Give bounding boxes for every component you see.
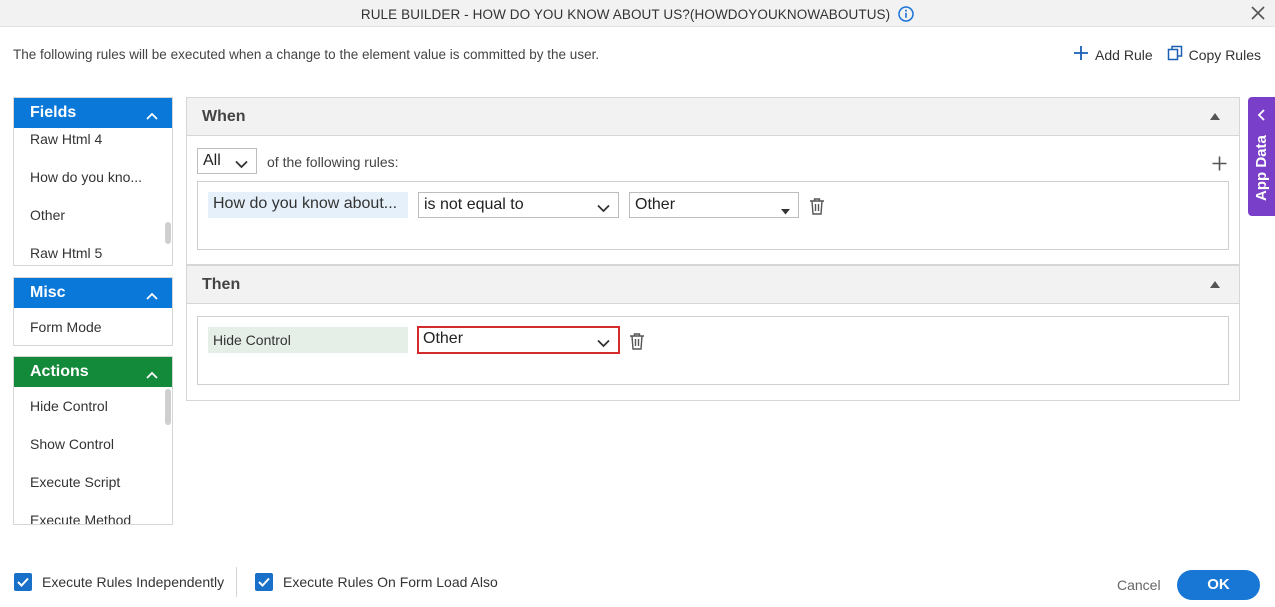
action-item[interactable]: Execute Method — [14, 501, 159, 524]
info-icon[interactable] — [898, 6, 914, 25]
chevron-up-icon[interactable] — [146, 287, 158, 305]
close-icon[interactable] — [1249, 4, 1267, 22]
ok-button[interactable]: OK — [1177, 570, 1260, 600]
execute-independently-label: Execute Rules Independently — [42, 574, 225, 590]
collapse-triangle-icon[interactable] — [1210, 281, 1220, 288]
caret-down-icon — [781, 202, 790, 220]
when-section: When All of the following rules: How do … — [186, 97, 1240, 265]
actions-panel: Actions Hide Control Show Control Execut… — [13, 356, 173, 525]
when-header[interactable]: When — [187, 98, 1239, 136]
footer-divider — [236, 567, 237, 597]
trash-icon[interactable] — [809, 197, 825, 215]
dialog-title: RULE BUILDER - HOW DO YOU KNOW ABOUT US?… — [360, 7, 891, 22]
action-row: Hide Control Other — [197, 316, 1229, 385]
execute-independently-checkbox[interactable]: Execute Rules Independently — [14, 573, 224, 591]
app-data-tab[interactable]: App Data — [1248, 97, 1275, 216]
title-bar: RULE BUILDER - HOW DO YOU KNOW ABOUT US?… — [0, 0, 1275, 27]
app-data-label: App Data — [1253, 135, 1270, 201]
misc-item[interactable]: Form Mode — [14, 308, 159, 345]
plus-icon — [1073, 45, 1089, 64]
fields-panel-title: Fields — [30, 104, 77, 121]
action-name[interactable]: Hide Control — [208, 327, 408, 353]
cancel-button[interactable]: Cancel — [1117, 577, 1161, 593]
trash-icon[interactable] — [629, 332, 645, 350]
top-actions: Add Rule Copy Rules — [1073, 45, 1261, 64]
misc-panel-header[interactable]: Misc — [14, 278, 172, 308]
then-header[interactable]: Then — [187, 266, 1239, 304]
fields-panel: Fields Raw Html 4 How do you kno... Othe… — [13, 97, 173, 266]
chevron-up-icon[interactable] — [146, 366, 158, 384]
fields-panel-header[interactable]: Fields — [14, 98, 172, 128]
copy-icon — [1167, 45, 1183, 64]
field-item[interactable]: Raw Html 5 — [14, 234, 159, 265]
misc-panel-title: Misc — [30, 284, 66, 301]
execute-on-load-checkbox[interactable]: Execute Rules On Form Load Also — [255, 573, 498, 591]
field-item[interactable]: How do you kno... — [14, 158, 159, 196]
match-suffix: of the following rules: — [267, 154, 399, 170]
action-target-select[interactable]: Other — [417, 326, 620, 354]
checkbox-checked-icon[interactable] — [14, 573, 32, 591]
checkbox-checked-icon[interactable] — [255, 573, 273, 591]
match-select-value: All — [203, 152, 221, 169]
operator-select[interactable]: is not equal to — [418, 192, 619, 218]
chevron-up-icon[interactable] — [146, 107, 158, 125]
add-rule-label: Add Rule — [1095, 46, 1153, 63]
actions-panel-title: Actions — [30, 363, 89, 380]
value-select-value: Other — [635, 196, 676, 213]
action-item[interactable]: Execute Script — [14, 463, 159, 501]
actions-panel-header[interactable]: Actions — [14, 357, 172, 387]
dialog-description: The following rules will be executed whe… — [13, 47, 600, 62]
chevron-left-icon[interactable] — [1257, 108, 1265, 124]
chevron-down-icon — [235, 156, 248, 174]
copy-rules-label: Copy Rules — [1188, 46, 1261, 63]
action-item[interactable]: Show Control — [14, 425, 159, 463]
field-item[interactable]: Other — [14, 196, 159, 234]
condition-field[interactable]: How do you know about... — [208, 192, 408, 218]
add-rule-button[interactable]: Add Rule — [1073, 45, 1153, 64]
dialog-title-wrap: RULE BUILDER - HOW DO YOU KNOW ABOUT US?… — [0, 6, 1275, 25]
when-title: When — [202, 108, 246, 125]
chevron-down-icon — [597, 200, 610, 218]
value-select[interactable]: Other — [629, 192, 799, 218]
then-section: Then Hide Control Other — [186, 265, 1240, 401]
add-condition-icon[interactable] — [1212, 156, 1227, 174]
execute-on-load-label: Execute Rules On Form Load Also — [283, 574, 498, 590]
actions-scrollbar[interactable] — [165, 389, 171, 425]
fields-scrollbar[interactable] — [165, 222, 171, 244]
action-item[interactable]: Hide Control — [14, 387, 159, 425]
then-title: Then — [202, 276, 241, 293]
misc-panel: Misc Form Mode — [13, 277, 173, 346]
operator-select-value: is not equal to — [424, 196, 524, 213]
action-target-value: Other — [423, 330, 464, 347]
chevron-down-icon — [597, 335, 610, 353]
collapse-triangle-icon[interactable] — [1210, 113, 1220, 120]
copy-rules-button[interactable]: Copy Rules — [1167, 45, 1261, 64]
match-select[interactable]: All — [197, 148, 257, 174]
condition-row: How do you know about... is not equal to… — [197, 181, 1229, 250]
